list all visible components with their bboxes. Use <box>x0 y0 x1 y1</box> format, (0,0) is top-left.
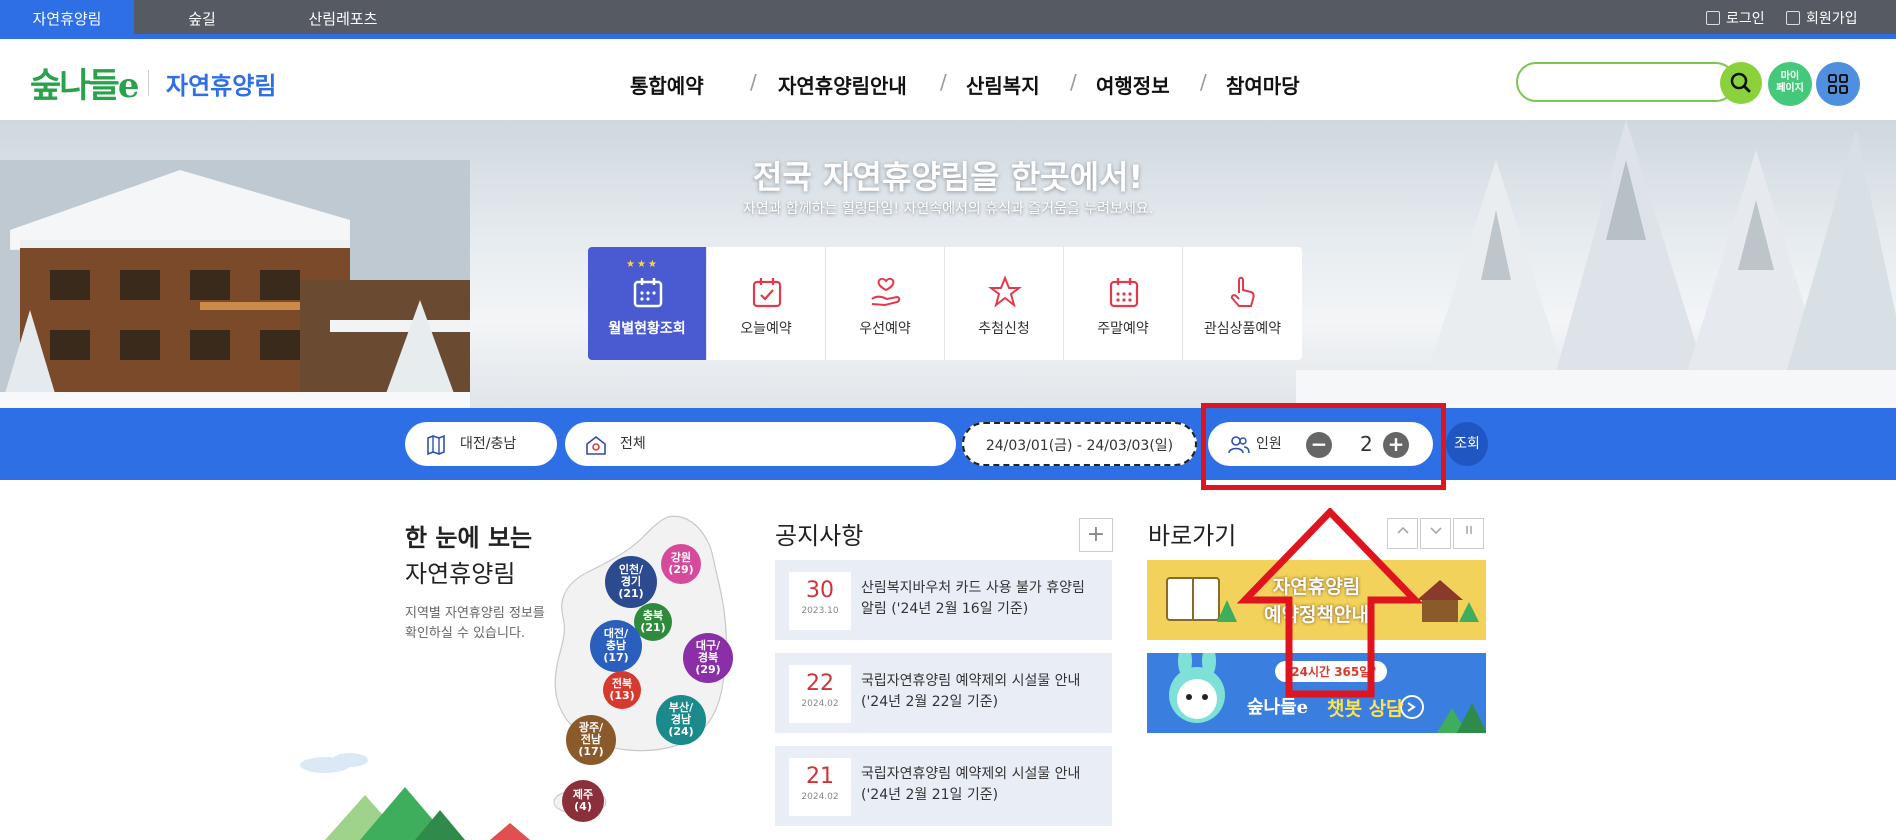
chevron-down-icon <box>1429 527 1442 535</box>
top-utility-bar: 자연휴양림 숲길 산림레포츠 로그인 회원가입 <box>0 0 1896 39</box>
nav-separator: / <box>1070 70 1077 94</box>
signup-icon <box>1786 11 1800 25</box>
hero-subtitle: 자연과 함께하는 힐링타임! 자연속에서의 휴식과 즐거움을 누려보세요. <box>742 201 1154 217</box>
notice-date: 22 2024.02 <box>789 665 851 723</box>
notice-text: 국립자연휴양림 예약제외 시설물 안내 ('24년 2월 21일 기준) <box>861 766 1081 803</box>
region-gwangju-jeonnam[interactable]: 광주/ 전남 (17) <box>566 715 616 765</box>
chatbot-text: 챗봇 상담 <box>1327 698 1404 720</box>
site-logo-subtitle[interactable]: 자연휴양림 <box>166 66 276 101</box>
calendar-dots-icon <box>1109 278 1139 308</box>
red-arrow-annotation <box>1236 508 1424 698</box>
nav-travel-info[interactable]: 여행정보 <box>1096 70 1170 99</box>
quick-priority-reservation[interactable]: 우선예약 <box>826 247 945 360</box>
notice-text: 국립자연휴양림 예약제외 시설물 안내 ('24년 2월 22일 기준) <box>861 673 1081 710</box>
notice-more-button[interactable]: + <box>1079 518 1113 552</box>
pause-icon <box>1465 526 1472 534</box>
map-section-title: 한 눈에 보는 <box>405 524 533 552</box>
region-jeju[interactable]: 제주 (4) <box>562 780 604 822</box>
quick-weekend-reservation[interactable]: 주말예약 <box>1064 247 1183 360</box>
site-header: 숲나들e 자연휴양림 통합예약 / 자연휴양림안내 / 산림복지 / 여행정보 … <box>0 44 1896 120</box>
mountain-illustration <box>300 753 530 840</box>
reservation-search-bar: 대전/충남 전체 24/03/01(금) - 24/03/03(일) 인원 − … <box>0 408 1896 480</box>
hand-heart-icon <box>871 277 901 307</box>
hand-click-icon <box>1230 276 1255 307</box>
logo-divider <box>148 70 149 96</box>
search-button[interactable] <box>1720 62 1762 104</box>
map-section-description: 지역별 자연휴양림 정보를 확인하실 수 있습니다. <box>405 606 545 641</box>
quick-favorite-reservation[interactable]: 관심상품예약 <box>1183 247 1302 360</box>
region-select[interactable]: 대전/충남 <box>405 422 557 466</box>
shortcut-title: 바로가기 <box>1148 522 1237 550</box>
shortcut-pause-button[interactable] <box>1453 518 1484 549</box>
date-range-picker[interactable]: 24/03/01(금) - 24/03/03(일) <box>962 422 1197 466</box>
notice-date: 30 2023.10 <box>789 572 851 630</box>
login-link[interactable]: 로그인 <box>1706 0 1765 39</box>
tab-forest-leisure[interactable]: 산림레포츠 <box>270 0 416 39</box>
quick-today-reservation[interactable]: 오늘예약 <box>707 247 826 360</box>
tab-forest-trail[interactable]: 숲길 <box>134 0 270 39</box>
quick-lottery-application[interactable]: 추첨신청 <box>945 247 1064 360</box>
notice-item[interactable]: 22 2024.02 국립자연휴양림 예약제외 시설물 안내 ('24년 2월 2… <box>775 653 1112 733</box>
star-icon <box>988 275 1022 308</box>
region-daejeon-chungnam[interactable]: 대전/ 충남 (17) <box>590 620 642 672</box>
nav-separator: / <box>940 70 947 94</box>
nav-separator: / <box>750 70 757 94</box>
hero-title: 전국 자연휴양림을 한곳에서! <box>752 158 1144 196</box>
map-section-subtitle: 자연휴양림 <box>405 560 516 588</box>
region-busan-gyeongnam[interactable]: 부산/ 경남 (24) <box>656 695 706 745</box>
calendar-icon <box>633 278 663 308</box>
region-incheon-gyeonggi[interactable]: 인천/ 경기 (21) <box>605 556 657 608</box>
notice-title: 공지사항 <box>775 522 864 550</box>
map-icon <box>427 434 445 456</box>
tab-recreation-forest[interactable]: 자연휴양림 <box>0 0 134 39</box>
region-jeonbuk[interactable]: 전북 (13) <box>603 671 641 709</box>
search-input[interactable] <box>1516 62 1736 102</box>
nav-forest-guide[interactable]: 자연휴양림안내 <box>778 70 907 99</box>
nav-integrated-reservation[interactable]: 통합예약 <box>630 70 704 99</box>
notice-item[interactable]: 30 2023.10 산림복지바우처 카드 사용 불가 휴양림 알림 ('24년 … <box>775 560 1112 640</box>
calendar-check-icon <box>752 278 782 308</box>
forest-select[interactable]: 전체 <box>565 422 956 466</box>
mypage-button[interactable]: 마이 페이지 <box>1768 62 1812 106</box>
grid-menu-icon <box>1828 74 1848 94</box>
signup-link[interactable]: 회원가입 <box>1786 0 1858 39</box>
nav-separator: / <box>1200 70 1207 94</box>
query-button[interactable]: 조회 <box>1446 422 1488 466</box>
highlight-annotation-box <box>1201 403 1446 490</box>
region-daegu-gyeongbuk[interactable]: 대구/ 경북 (29) <box>683 633 733 683</box>
region-gangwon[interactable]: 강원 (29) <box>661 544 701 584</box>
login-icon <box>1706 11 1720 25</box>
notice-item[interactable]: 21 2024.02 국립자연휴양림 예약제외 시설물 안내 ('24년 2월 2… <box>775 746 1112 826</box>
quick-monthly-status[interactable]: ★★★ 월별현황조회 <box>588 247 707 360</box>
nav-participation[interactable]: 참여마당 <box>1226 70 1300 99</box>
site-logo[interactable]: 숲나들e <box>30 58 139 107</box>
notice-text: 산림복지바우처 카드 사용 불가 휴양림 알림 ('24년 2월 16일 기준) <box>861 580 1085 617</box>
nav-forest-welfare[interactable]: 산림복지 <box>966 70 1040 99</box>
hero-banner: 전국 자연휴양림을 한곳에서! 자연과 함께하는 힐링타임! 자연속에서의 휴식… <box>0 120 1896 408</box>
quick-reservation-menu: ★★★ 월별현황조회 오늘예약 우선예약 추첨신청 주말예약 관심상품예약 <box>588 247 1302 360</box>
house-location-icon <box>586 435 606 455</box>
search-icon <box>1730 72 1751 93</box>
all-menu-button[interactable] <box>1816 62 1860 106</box>
stars-icon: ★★★ <box>626 259 659 270</box>
notice-date: 21 2024.02 <box>789 758 851 816</box>
